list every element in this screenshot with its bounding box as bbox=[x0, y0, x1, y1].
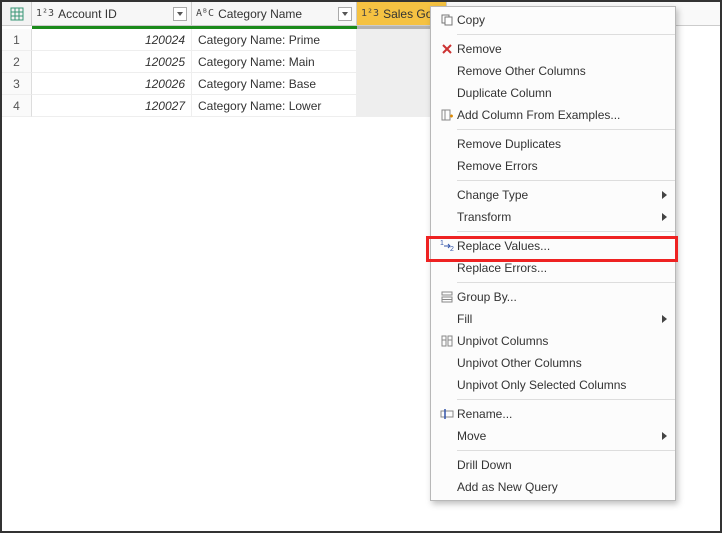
row-number: 2 bbox=[2, 51, 32, 73]
menu-replace-errors[interactable]: Replace Errors... bbox=[431, 257, 675, 279]
cell-sales-goal[interactable] bbox=[357, 51, 439, 73]
menu-remove-errors[interactable]: Remove Errors bbox=[431, 155, 675, 177]
svg-text:1: 1 bbox=[440, 240, 444, 247]
submenu-arrow-icon bbox=[657, 210, 667, 224]
menu-remove[interactable]: Remove bbox=[431, 38, 675, 60]
menu-unpivot-columns[interactable]: Unpivot Columns bbox=[431, 330, 675, 352]
group-by-icon bbox=[437, 290, 457, 304]
menu-unpivot-only-selected[interactable]: Unpivot Only Selected Columns bbox=[431, 374, 675, 396]
menu-copy[interactable]: Copy bbox=[431, 9, 675, 31]
cell-category[interactable]: Category Name: Lower bbox=[192, 95, 357, 117]
replace-values-icon: 12 bbox=[437, 239, 457, 253]
menu-remove-duplicates[interactable]: Remove Duplicates bbox=[431, 133, 675, 155]
remove-icon bbox=[437, 43, 457, 55]
menu-change-type[interactable]: Change Type bbox=[431, 184, 675, 206]
row-number: 4 bbox=[2, 95, 32, 117]
row-number: 3 bbox=[2, 73, 32, 95]
number-type-icon: 1²3 bbox=[361, 8, 379, 19]
cell-category[interactable]: Category Name: Base bbox=[192, 73, 357, 95]
menu-duplicate-column[interactable]: Duplicate Column bbox=[431, 82, 675, 104]
submenu-arrow-icon bbox=[657, 429, 667, 443]
table-icon bbox=[10, 7, 24, 21]
column-header-category-name[interactable]: AᴮC Category Name bbox=[192, 2, 357, 25]
filter-dropdown-icon[interactable] bbox=[173, 7, 187, 21]
copy-icon bbox=[437, 13, 457, 27]
column-name: Account ID bbox=[58, 7, 169, 21]
svg-text:2: 2 bbox=[450, 246, 454, 253]
cell-sales-goal[interactable] bbox=[357, 29, 439, 51]
rename-icon bbox=[437, 407, 457, 421]
table-corner-cell[interactable] bbox=[2, 2, 32, 25]
menu-separator bbox=[457, 450, 675, 451]
unpivot-icon bbox=[437, 334, 457, 348]
menu-move[interactable]: Move bbox=[431, 425, 675, 447]
column-name: Category Name bbox=[218, 7, 334, 21]
number-type-icon: 1²3 bbox=[36, 8, 54, 19]
menu-separator bbox=[457, 129, 675, 130]
menu-remove-other-columns[interactable]: Remove Other Columns bbox=[431, 60, 675, 82]
cell-sales-goal[interactable] bbox=[357, 95, 439, 117]
cell-sales-goal[interactable] bbox=[357, 73, 439, 95]
menu-add-column-from-examples[interactable]: Add Column From Examples... bbox=[431, 104, 675, 126]
context-menu: Copy Remove Remove Other Columns Duplica… bbox=[430, 6, 676, 501]
menu-separator bbox=[457, 231, 675, 232]
menu-separator bbox=[457, 180, 675, 181]
menu-drill-down[interactable]: Drill Down bbox=[431, 454, 675, 476]
cell-category[interactable]: Category Name: Main bbox=[192, 51, 357, 73]
cell-account-id[interactable]: 120025 bbox=[32, 51, 192, 73]
menu-group-by[interactable]: Group By... bbox=[431, 286, 675, 308]
menu-unpivot-other-columns[interactable]: Unpivot Other Columns bbox=[431, 352, 675, 374]
menu-replace-values[interactable]: 12 Replace Values... bbox=[431, 235, 675, 257]
filter-dropdown-icon[interactable] bbox=[338, 7, 352, 21]
cell-account-id[interactable]: 120026 bbox=[32, 73, 192, 95]
menu-separator bbox=[457, 34, 675, 35]
menu-separator bbox=[457, 399, 675, 400]
menu-add-as-new-query[interactable]: Add as New Query bbox=[431, 476, 675, 498]
cell-category[interactable]: Category Name: Prime bbox=[192, 29, 357, 51]
column-header-account-id[interactable]: 1²3 Account ID bbox=[32, 2, 192, 25]
cell-account-id[interactable]: 120027 bbox=[32, 95, 192, 117]
submenu-arrow-icon bbox=[657, 188, 667, 202]
menu-transform[interactable]: Transform bbox=[431, 206, 675, 228]
menu-fill[interactable]: Fill bbox=[431, 308, 675, 330]
menu-separator bbox=[457, 282, 675, 283]
row-number: 1 bbox=[2, 29, 32, 51]
menu-rename[interactable]: Rename... bbox=[431, 403, 675, 425]
text-type-icon: AᴮC bbox=[196, 8, 214, 19]
cell-account-id[interactable]: 120024 bbox=[32, 29, 192, 51]
submenu-arrow-icon bbox=[657, 312, 667, 326]
add-column-icon bbox=[437, 108, 457, 122]
